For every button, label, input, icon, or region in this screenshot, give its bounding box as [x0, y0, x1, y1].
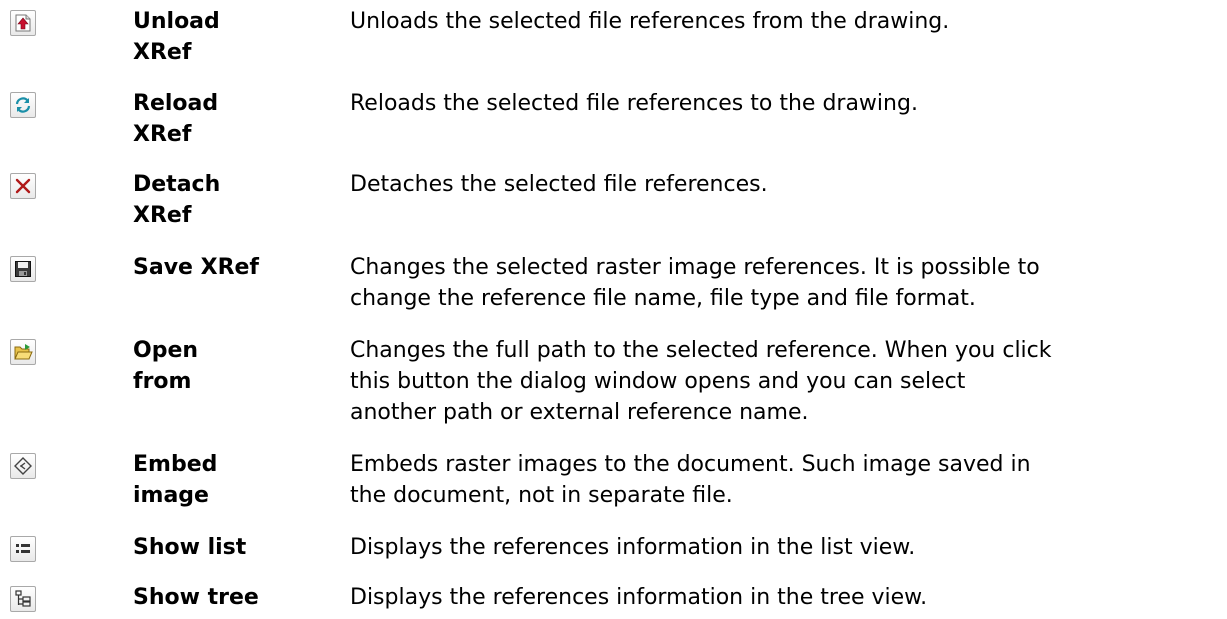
- detach-xref-icon[interactable]: [10, 173, 36, 199]
- name-line: Reload: [133, 91, 219, 116]
- command-description: Displays the references information in t…: [350, 532, 1220, 563]
- show-list-icon[interactable]: [10, 536, 36, 562]
- open-from-icon[interactable]: [10, 339, 36, 365]
- command-name: Unload XRef: [133, 6, 333, 68]
- unload-xref-icon[interactable]: [10, 10, 36, 36]
- show-tree-icon[interactable]: [10, 586, 36, 612]
- save-xref-icon[interactable]: [10, 256, 36, 282]
- command-name: Reload XRef: [133, 88, 333, 150]
- command-name: Open from: [133, 335, 333, 397]
- description-line: Reloads the selected file references to …: [350, 91, 918, 116]
- name-line: XRef: [133, 122, 192, 147]
- command-description: Displays the references information in t…: [350, 582, 1220, 613]
- command-description: Changes the full path to the selected re…: [350, 335, 1220, 428]
- command-description: Reloads the selected file references to …: [350, 88, 1220, 119]
- name-line: XRef: [133, 40, 192, 65]
- description-line: Displays the references information in t…: [350, 585, 928, 610]
- description-line: Changes the full path to the selected re…: [350, 338, 1052, 363]
- description-line: Displays the references information in t…: [350, 535, 916, 560]
- name-line: Unload: [133, 9, 220, 34]
- name-line: image: [133, 483, 209, 508]
- command-description: Detaches the selected file references.: [350, 169, 1220, 200]
- description-line: the document, not in separate file.: [350, 483, 733, 508]
- command-description: Unloads the selected file references fro…: [350, 6, 1220, 37]
- name-line: Embed: [133, 452, 218, 477]
- command-description: Changes the selected raster image refere…: [350, 252, 1220, 314]
- description-line: change the reference file name, file typ…: [350, 286, 976, 311]
- command-description: Embeds raster images to the document. Su…: [350, 449, 1220, 511]
- description-line: Unloads the selected file references fro…: [350, 9, 950, 34]
- name-line: Detach: [133, 172, 221, 197]
- name-line: Show list: [133, 535, 247, 560]
- description-line: another path or external reference name.: [350, 400, 809, 425]
- command-name: Embed image: [133, 449, 333, 511]
- name-line: Open: [133, 338, 199, 363]
- reload-xref-icon[interactable]: [10, 92, 36, 118]
- embed-image-icon[interactable]: [10, 453, 36, 479]
- description-line: Embeds raster images to the document. Su…: [350, 452, 1031, 477]
- command-name: Detach XRef: [133, 169, 333, 231]
- command-name: Show list: [133, 532, 333, 563]
- description-line: Changes the selected raster image refere…: [350, 255, 1040, 280]
- command-name: Save XRef: [133, 252, 333, 283]
- name-line: from: [133, 369, 192, 394]
- name-line: XRef: [133, 203, 192, 228]
- name-line: Save XRef: [133, 255, 260, 280]
- description-line: Detaches the selected file references.: [350, 172, 768, 197]
- name-line: Show tree: [133, 585, 259, 610]
- command-name: Show tree: [133, 582, 333, 613]
- description-line: this button the dialog window opens and …: [350, 369, 966, 394]
